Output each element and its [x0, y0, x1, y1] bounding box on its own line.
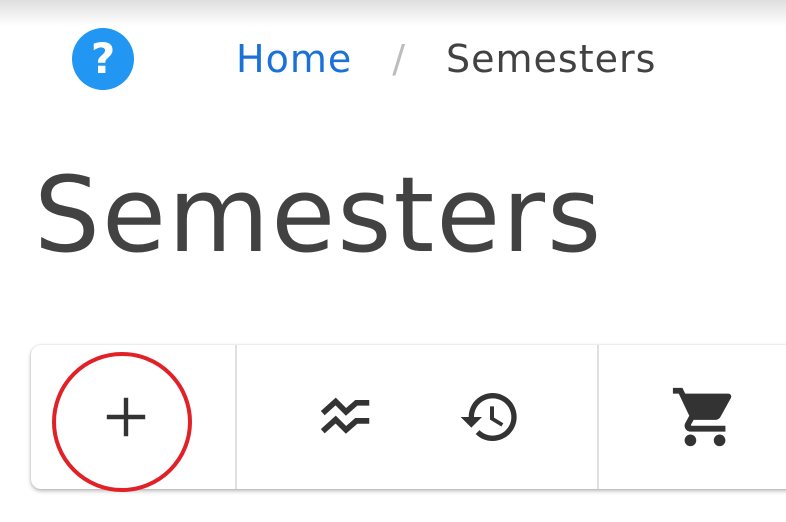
- page: ? Home / Semesters Semesters: [0, 0, 786, 522]
- breadcrumb-home-link[interactable]: Home: [236, 37, 352, 81]
- compare-button[interactable]: [301, 385, 391, 449]
- breadcrumb-separator: /: [392, 37, 407, 81]
- history-button[interactable]: [445, 385, 535, 449]
- page-title: Semesters: [34, 154, 604, 276]
- help-icon: ?: [90, 34, 116, 83]
- help-button[interactable]: ?: [72, 28, 134, 90]
- top-shadow: [0, 0, 786, 26]
- add-button[interactable]: [70, 361, 182, 473]
- cart-button[interactable]: [659, 381, 751, 453]
- breadcrumb-current: Semesters: [446, 37, 657, 81]
- toolbar: [31, 345, 786, 489]
- history-icon: [460, 393, 517, 442]
- add-icon: [106, 397, 146, 437]
- compare-trend-icon: [320, 397, 370, 434]
- toolbar-divider: [597, 345, 599, 489]
- cart-icon: [672, 387, 732, 447]
- toolbar-divider: [235, 345, 237, 489]
- breadcrumb: Home / Semesters: [236, 36, 656, 82]
